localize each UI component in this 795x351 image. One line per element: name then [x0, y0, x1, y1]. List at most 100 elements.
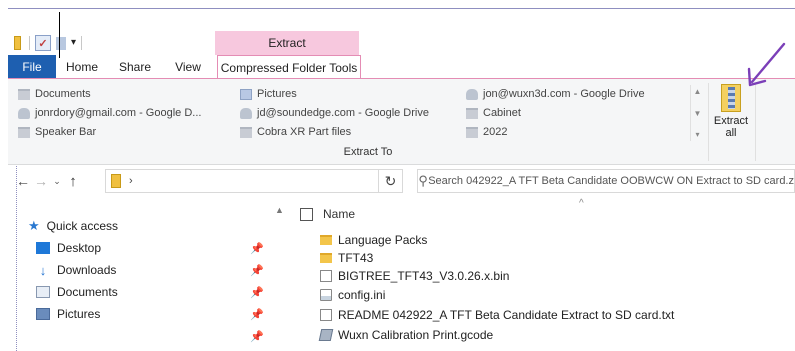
pin-icon[interactable]: 📌	[250, 242, 264, 255]
pictures-icon	[240, 88, 252, 100]
pin-icon[interactable]: 📌	[250, 264, 264, 277]
sort-indicator-icon: ^	[579, 198, 584, 209]
pictures-icon	[36, 308, 50, 320]
tab-share[interactable]: Share	[108, 55, 162, 79]
gallery-scrollbar[interactable]: ▲ ▼ ▾	[690, 85, 704, 141]
nav-item-more[interactable]: 📌	[36, 325, 272, 347]
folder-icon	[466, 107, 478, 119]
search-icon: ⚲	[418, 173, 428, 188]
nav-item-label: Pictures	[57, 307, 101, 321]
pin-icon[interactable]: 📌	[250, 330, 264, 343]
extract-to-item[interactable]: Pictures	[240, 85, 297, 103]
nav-item-downloads[interactable]: ↓ Downloads 📌	[36, 259, 272, 281]
file-row[interactable]: config.ini	[320, 286, 385, 304]
properties-icon[interactable]	[14, 36, 21, 50]
extract-to-group-label: Extract To	[343, 146, 393, 158]
extract-context-header: Extract	[215, 31, 359, 55]
nav-item-label: Desktop	[57, 241, 102, 255]
file-row[interactable]: Wuxn Calibration Print.gcode	[318, 326, 493, 344]
recent-locations-chevron-icon[interactable]: ⌄	[50, 170, 64, 192]
folder-icon	[466, 126, 478, 138]
file-row[interactable]: BIGTREE_TFT43_V3.0.26.x.bin	[320, 267, 509, 285]
folder-icon	[320, 253, 332, 263]
ribbon-panel: Documents jonrdory@gmail.com - Google D.…	[8, 79, 795, 165]
forward-arrow-icon[interactable]: →	[32, 170, 50, 192]
pin-icon[interactable]: 📌	[250, 286, 264, 299]
back-arrow-icon[interactable]: ←	[14, 170, 32, 192]
tab-compressed-folder-tools[interactable]: Compressed Folder Tools	[217, 55, 361, 79]
extract-to-item[interactable]: jonrdory@gmail.com - Google D...	[18, 104, 201, 122]
nav-pane-scroll-up-icon[interactable]: ▲	[275, 205, 284, 215]
address-path[interactable]: ›	[129, 175, 133, 187]
file-row[interactable]: Language Packs	[320, 231, 427, 249]
check-icon[interactable]: ✓	[35, 35, 51, 51]
search-box[interactable]: ⚲ Search 042922_A TFT Beta Candidate OOB…	[417, 169, 795, 193]
extract-to-gallery: Documents jonrdory@gmail.com - Google D.…	[14, 85, 704, 141]
nav-quick-access-label: Quick access	[46, 219, 119, 233]
folder-icon	[18, 126, 30, 138]
nav-item-label: Downloads	[57, 263, 117, 277]
quick-access-toolbar: ✓ ▾	[14, 34, 83, 52]
toolbar-separator	[29, 36, 30, 50]
page-frame-top	[8, 8, 795, 9]
scroll-down-icon[interactable]: ▼	[694, 109, 702, 118]
file-row[interactable]: README 042922_A TFT Beta Candidate Extra…	[320, 306, 674, 324]
address-bar[interactable]: › ↻	[105, 169, 403, 193]
extract-to-item[interactable]: 2022	[466, 123, 507, 141]
column-header-name[interactable]: Name	[300, 204, 355, 224]
extract-all-label-line1: Extract	[713, 115, 749, 127]
text-cursor	[59, 12, 60, 58]
expand-gallery-icon[interactable]: ▾	[695, 130, 699, 139]
file-row[interactable]: TFT43	[320, 249, 373, 267]
customize-toolbar-dropdown-icon[interactable]: ▾	[71, 38, 76, 48]
extract-to-item-label: Cabinet	[483, 107, 521, 119]
group-separator	[755, 83, 756, 161]
extract-all-label-line2: all	[725, 127, 737, 139]
extract-to-item-label: Documents	[35, 88, 91, 100]
extract-to-item[interactable]: Cabinet	[466, 104, 521, 122]
extract-to-item[interactable]: Speaker Bar	[18, 123, 96, 141]
extract-to-item-label: 2022	[483, 126, 508, 138]
tab-file[interactable]: File	[8, 55, 56, 79]
desktop-icon	[36, 242, 50, 254]
search-input[interactable]: Search 042922_A TFT Beta Candidate OOBWC…	[428, 175, 794, 187]
nav-quick-access[interactable]: ★ Quick access	[28, 215, 118, 237]
file-list: ^ Name Language Packs TFT43 BIGTREE_TFT4…	[290, 198, 795, 351]
up-arrow-icon[interactable]: ↑	[64, 170, 82, 192]
navigation-pane: ▲ ★ Quick access Desktop 📌 ↓ Downloads 📌…	[16, 205, 284, 351]
star-icon: ★	[28, 218, 40, 233]
extract-to-item-label: Cobra XR Part files	[257, 126, 352, 138]
toolbar-separator	[81, 36, 83, 50]
extract-to-item[interactable]: jd@soundedge.com - Google Drive	[240, 104, 429, 122]
refresh-icon[interactable]: ↻	[378, 169, 402, 193]
ribbon-tabs: File Home Share View Compressed Folder T…	[8, 55, 361, 79]
file-icon	[320, 270, 332, 282]
text-file-icon	[320, 309, 332, 321]
extract-to-item[interactable]: jon@wuxn3d.com - Google Drive	[466, 85, 645, 103]
extract-to-item-label: Pictures	[257, 88, 297, 100]
google-drive-icon	[240, 107, 252, 119]
nav-item-documents[interactable]: Documents 📌	[36, 281, 272, 303]
gcode-file-icon	[318, 329, 334, 341]
column-header-label: Name	[323, 207, 356, 221]
folder-icon	[18, 88, 30, 100]
file-name: README 042922_A TFT Beta Candidate Extra…	[338, 308, 675, 322]
nav-item-label: Documents	[57, 285, 118, 299]
google-drive-icon	[18, 107, 30, 119]
extract-to-item[interactable]: Cobra XR Part files	[240, 123, 351, 141]
config-file-icon	[320, 289, 332, 301]
zip-folder-icon	[111, 174, 121, 188]
select-all-checkbox[interactable]	[300, 207, 313, 221]
tab-view[interactable]: View	[162, 55, 214, 79]
pin-icon[interactable]: 📌	[250, 308, 264, 321]
nav-item-pictures[interactable]: Pictures 📌	[36, 303, 272, 325]
tab-home[interactable]: Home	[56, 55, 108, 79]
extract-to-item-label: jd@soundedge.com - Google Drive	[257, 107, 429, 119]
scroll-up-icon[interactable]: ▲	[694, 87, 702, 96]
nav-item-desktop[interactable]: Desktop 📌	[36, 237, 272, 259]
extract-to-item-label: jonrdory@gmail.com - Google D...	[35, 107, 202, 119]
new-folder-icon[interactable]	[56, 36, 66, 50]
extract-to-item-label: jon@wuxn3d.com - Google Drive	[483, 88, 645, 100]
annotation-arrow-icon	[747, 42, 786, 87]
extract-to-item[interactable]: Documents	[18, 85, 91, 103]
